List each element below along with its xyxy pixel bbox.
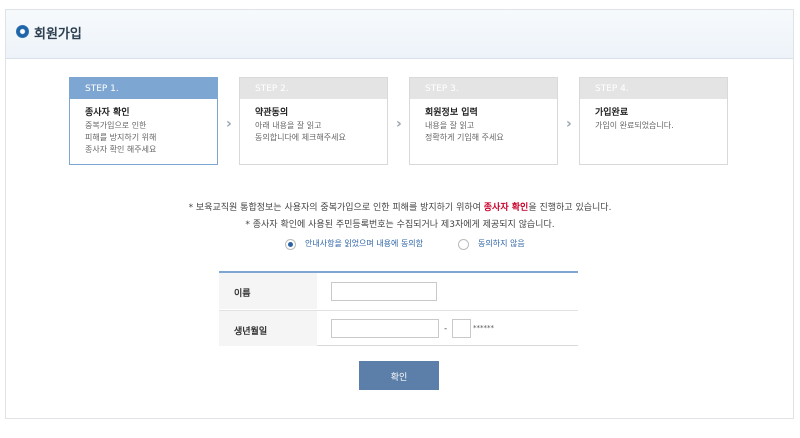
step-label: STEP 1. bbox=[70, 78, 217, 99]
notice-highlight: 종사자 확인 bbox=[483, 203, 529, 213]
step-desc-line: 내용을 잘 읽고 bbox=[425, 121, 475, 130]
name-row: 이름 bbox=[219, 273, 578, 309]
step-desc-line: 정확하게 기입해 주세요 bbox=[425, 133, 504, 142]
agree-label[interactable]: 안내사항을 읽었으며 내용에 동의함 bbox=[305, 238, 423, 249]
step-title: 회원정보 입력 bbox=[425, 108, 478, 118]
confirm-button[interactable]: 확인 bbox=[359, 361, 439, 390]
chevron-right-icon: › bbox=[226, 116, 232, 132]
step-desc-line: 가입이 완료되었습니다. bbox=[595, 121, 674, 130]
step-description: 내용을 잘 읽고 정확하게 기입해 주세요 bbox=[410, 118, 557, 144]
notice-text: 을 진행하고 있습니다. bbox=[528, 203, 612, 213]
page-title: 회원가입 bbox=[34, 27, 82, 42]
notice-line-1: * 보육교직원 통합정보는 사용자의 중복가입으로 인한 피해를 방지하기 위하… bbox=[0, 200, 800, 213]
step-title: 가입완료 bbox=[595, 108, 629, 118]
agree-radio[interactable] bbox=[285, 239, 296, 250]
birth-row: 생년월일 - ****** bbox=[219, 310, 578, 346]
step-description: 중복가입으로 인한 피해를 방지하기 위해 종사자 확인 해주세요 bbox=[70, 118, 217, 156]
step-desc-line: 종사자 확인 해주세요 bbox=[85, 145, 157, 154]
signup-panel: 회원가입 bbox=[5, 9, 794, 419]
disagree-radio[interactable] bbox=[458, 239, 469, 250]
page-header: 회원가입 bbox=[6, 10, 793, 59]
gender-digit-input[interactable] bbox=[452, 319, 471, 338]
identity-form: 이름 생년월일 - ****** bbox=[219, 271, 578, 346]
step-title: 종사자 확인 bbox=[85, 108, 130, 118]
notice-text: * 보육교직원 통합정보는 사용자의 중복가입으로 인한 피해를 방지하기 위하… bbox=[188, 203, 484, 213]
disagree-label[interactable]: 동의하지 않음 bbox=[478, 238, 525, 249]
birth-input[interactable] bbox=[331, 319, 439, 338]
step-4: STEP 4. 가입완료 가입이 완료되었습니다. bbox=[579, 77, 728, 165]
step-label: STEP 2. bbox=[240, 78, 387, 99]
chevron-right-icon: › bbox=[396, 116, 402, 132]
chevron-right-icon: › bbox=[566, 116, 572, 132]
step-label: STEP 4. bbox=[580, 78, 727, 99]
name-input[interactable] bbox=[331, 282, 437, 301]
step-3: STEP 3. 회원정보 입력 내용을 잘 읽고 정확하게 기입해 주세요 bbox=[409, 77, 558, 165]
step-desc-line: 동의합니다에 체크해주세요 bbox=[255, 133, 346, 142]
birth-label: 생년월일 bbox=[219, 311, 317, 346]
step-title: 약관동의 bbox=[255, 108, 289, 118]
step-desc-line: 중복가입으로 인한 bbox=[85, 121, 147, 130]
step-desc-line: 피해를 방지하기 위해 bbox=[85, 133, 157, 142]
birth-separator: - bbox=[444, 324, 448, 334]
name-label: 이름 bbox=[219, 273, 317, 309]
notice-line-2: * 종사자 확인에 사용된 주민등록번호는 수집되거나 제3자에게 제공되지 않… bbox=[245, 220, 555, 230]
step-desc-line: 아래 내용을 잘 읽고 bbox=[255, 121, 322, 130]
step-description: 아래 내용을 잘 읽고 동의합니다에 체크해주세요 bbox=[240, 118, 387, 144]
step-1: STEP 1. 종사자 확인 중복가입으로 인한 피해를 방지하기 위해 종사자… bbox=[69, 77, 218, 165]
step-2: STEP 2. 약관동의 아래 내용을 잘 읽고 동의합니다에 체크해주세요 bbox=[239, 77, 388, 165]
masked-digits: ****** bbox=[473, 324, 494, 332]
step-label: STEP 3. bbox=[410, 78, 557, 99]
step-description: 가입이 완료되었습니다. bbox=[580, 118, 727, 132]
title-bullet-icon bbox=[16, 25, 29, 38]
